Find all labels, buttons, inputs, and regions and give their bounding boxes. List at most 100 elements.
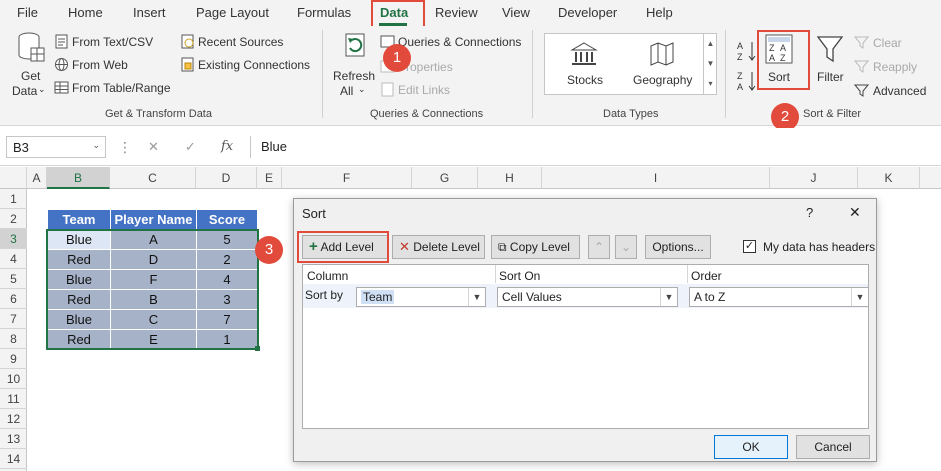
formula-value: Blue <box>261 139 288 154</box>
order-select[interactable]: A to Z ▼ <box>689 287 869 307</box>
tab-home[interactable]: Home <box>68 5 103 20</box>
existing-connections-icon <box>181 57 194 72</box>
dialog-title: Sort <box>302 206 326 221</box>
order-header-label: Order <box>691 269 722 283</box>
chevron-up-icon[interactable]: ▲ <box>704 34 717 54</box>
options-button[interactable]: Options... <box>645 235 711 259</box>
chevron-down-icon[interactable]: ▼ <box>851 288 868 306</box>
svg-text:Z: Z <box>737 52 743 62</box>
edit-links-label: Edit Links <box>398 83 451 97</box>
row-header[interactable]: 1 <box>0 189 27 209</box>
row-header[interactable]: 10 <box>0 369 27 389</box>
gallery-scroll[interactable]: ▲ ▼ ▾ <box>703 34 717 94</box>
options-label: Options... <box>652 240 704 254</box>
chevron-down-icon[interactable]: ⌄ <box>92 140 100 151</box>
callout-box-add-level <box>297 231 389 263</box>
tab-view[interactable]: View <box>502 5 530 20</box>
refresh-all-label-1: Refresh <box>333 69 376 83</box>
col-header-h[interactable]: H <box>478 167 542 189</box>
sort-on-select[interactable]: Cell Values ▼ <box>497 287 678 307</box>
chevron-down-icon: ⌄ <box>38 84 46 94</box>
header-team[interactable]: Team <box>47 209 111 230</box>
tab-page-layout[interactable]: Page Layout <box>196 5 269 20</box>
col-header-k[interactable]: K <box>858 167 920 189</box>
sort-levels-grid: Column Sort On Order Sort by Team ▼ Cell… <box>302 264 869 429</box>
move-down-button[interactable]: ⌄ <box>615 235 637 259</box>
ribbon-separator <box>322 30 323 118</box>
row-header[interactable]: 4 <box>0 249 27 269</box>
map-icon <box>650 42 674 66</box>
row-header[interactable]: 8 <box>0 329 27 349</box>
more-options-icon: ⋮ <box>118 139 132 155</box>
chevron-down-icon[interactable]: ▼ <box>704 54 717 74</box>
col-header-f[interactable]: F <box>282 167 412 189</box>
row-header[interactable]: 12 <box>0 409 27 429</box>
tab-help[interactable]: Help <box>646 5 673 20</box>
sort-ascending-icon: AZ <box>737 41 756 62</box>
group-label-data-types: Data Types <box>603 108 659 120</box>
more-icon[interactable]: ▾ <box>704 74 717 94</box>
col-header-e[interactable]: E <box>257 167 282 189</box>
insert-function-icon[interactable]: fx <box>221 139 233 154</box>
chevron-down-icon[interactable]: ▼ <box>468 288 485 306</box>
header-player-name[interactable]: Player Name <box>110 209 197 230</box>
delete-level-button[interactable]: ✕ Delete Level <box>392 235 485 259</box>
callout-box-data-tab <box>371 0 425 28</box>
col-header-d[interactable]: D <box>196 167 257 189</box>
row-header[interactable]: 6 <box>0 289 27 309</box>
fill-handle[interactable] <box>255 346 260 351</box>
select-all-corner[interactable] <box>0 167 27 189</box>
row-header[interactable]: 13 <box>0 429 27 449</box>
cancel-button[interactable]: Cancel <box>796 435 870 459</box>
copy-level-button[interactable]: ⧉ Copy Level <box>491 235 580 259</box>
sort-descending-icon: ZA <box>737 71 756 92</box>
col-header-c[interactable]: C <box>110 167 196 189</box>
col-header-g[interactable]: G <box>412 167 478 189</box>
col-header-a[interactable]: A <box>27 167 47 189</box>
grid-divider <box>687 265 688 283</box>
tab-developer[interactable]: Developer <box>558 5 617 20</box>
sort-on-header-label: Sort On <box>499 269 541 283</box>
svg-text:A: A <box>737 41 743 51</box>
filter-label: Filter <box>817 70 844 84</box>
header-score[interactable]: Score <box>196 209 258 230</box>
column-select[interactable]: Team ▼ <box>356 287 486 307</box>
tab-review[interactable]: Review <box>435 5 478 20</box>
row-header[interactable]: 2 <box>0 209 27 229</box>
grid-divider <box>495 265 496 283</box>
enter-icon[interactable]: ✓ <box>185 139 196 155</box>
col-header-j[interactable]: J <box>770 167 858 189</box>
ok-button[interactable]: OK <box>714 435 788 459</box>
row-header[interactable]: 9 <box>0 349 27 369</box>
headers-checkbox[interactable]: ✓ <box>743 240 756 253</box>
formula-bar: B3 ⌄ ⋮ ✕ ✓ fx Blue <box>0 128 941 166</box>
help-icon[interactable]: ? <box>806 205 813 220</box>
funnel-icon <box>816 36 844 63</box>
move-up-button[interactable]: ⌃ <box>588 235 610 259</box>
chevron-down-icon: ⌄ <box>358 84 366 94</box>
row-header[interactable]: 3 <box>0 229 27 249</box>
tab-insert[interactable]: Insert <box>133 5 166 20</box>
name-box[interactable]: B3 ⌄ <box>6 136 106 158</box>
row-header[interactable]: 14 <box>0 449 27 469</box>
delete-icon: ✕ <box>399 239 410 254</box>
row-header[interactable]: 11 <box>0 389 27 409</box>
formula-input[interactable]: Blue <box>250 136 941 158</box>
copy-icon: ⧉ <box>498 240 507 254</box>
col-header-i[interactable]: I <box>542 167 770 189</box>
database-icon <box>18 32 45 62</box>
callout-3: 3 <box>255 236 283 264</box>
column-header-label: Column <box>307 269 349 283</box>
tab-file[interactable]: File <box>17 5 38 20</box>
column-headers: A B C D E F G H I J K <box>0 167 941 189</box>
row-header[interactable]: 7 <box>0 309 27 329</box>
col-header-b[interactable]: B <box>47 167 110 189</box>
table-icon <box>54 81 69 94</box>
text-file-icon <box>55 34 68 49</box>
chevron-down-icon[interactable]: ▼ <box>660 288 677 306</box>
cancel-icon[interactable]: ✕ <box>148 139 159 155</box>
row-header[interactable]: 5 <box>0 269 27 289</box>
tab-formulas[interactable]: Formulas <box>297 5 351 20</box>
table-header-row: Team Player Name Score <box>47 209 258 230</box>
close-icon[interactable]: ✕ <box>849 204 861 221</box>
